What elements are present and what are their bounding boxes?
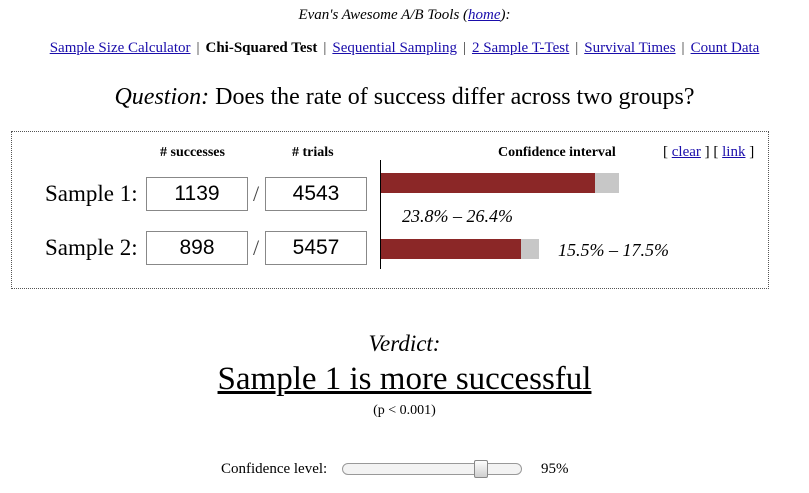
- share-link[interactable]: link: [722, 144, 745, 160]
- sample-1-label: Sample 1:: [45, 181, 138, 206]
- site-title-prefix: Evan's Awesome A/B Tools (: [298, 7, 469, 23]
- sample-2-ci-text: 15.5% – 17.5%: [558, 240, 669, 260]
- nav-separator: |: [323, 40, 327, 56]
- clear-link[interactable]: clear: [672, 144, 701, 160]
- nav-2-sample-t-test[interactable]: 2 Sample T-Test: [472, 40, 569, 56]
- nav-separator: |: [681, 40, 685, 56]
- sample-1-ci-fill: [381, 173, 595, 193]
- confidence-interval-header: Confidence interval: [498, 145, 616, 160]
- sample-2-trials-input[interactable]: [265, 231, 367, 265]
- nav-chi-squared-test: Chi-Squared Test: [205, 40, 318, 56]
- bracket-open: [: [663, 144, 672, 160]
- nav-separator: |: [196, 40, 200, 56]
- confidence-slider-thumb[interactable]: [474, 460, 488, 478]
- p-value: (p < 0.001): [373, 403, 436, 418]
- nav-survival-times[interactable]: Survival Times: [584, 40, 675, 56]
- sample-1-ci-bar: [381, 173, 619, 193]
- panel-links: [ clear ] [ link ]: [663, 144, 754, 161]
- verdict-result: Sample 1 is more successful: [217, 361, 592, 397]
- sample-2-slash: /: [253, 235, 260, 260]
- question-heading: Question: Does the rate of success diffe…: [0, 82, 809, 112]
- confidence-level-slider[interactable]: [342, 460, 522, 478]
- verdict-text: Sample 1 is more successful: [0, 360, 809, 398]
- sample-1-successes-input[interactable]: [146, 177, 248, 211]
- ci-axis-line: [380, 160, 381, 269]
- site-title-suffix: ):: [500, 7, 511, 23]
- bracket-mid: ] [: [700, 144, 723, 160]
- site-title: Evan's Awesome A/B Tools (home):: [0, 6, 809, 24]
- bracket-close: ]: [745, 144, 755, 160]
- tool-nav: Sample Size Calculator | Chi-Squared Test |…: [0, 39, 809, 57]
- nav-sample-size-calculator[interactable]: Sample Size Calculator: [50, 40, 191, 56]
- sample-2-ci-fill: [381, 239, 521, 259]
- nav-sequential-sampling[interactable]: Sequential Sampling: [332, 40, 457, 56]
- confidence-level-value: 95%: [541, 461, 569, 477]
- sample-1-slash: /: [253, 181, 260, 206]
- sample-2-ci-bar: [381, 239, 539, 259]
- input-panel: # successes # trials Confidence interval…: [11, 131, 769, 289]
- confidence-level-label: Confidence level:: [221, 461, 328, 477]
- nav-count-data[interactable]: Count Data: [691, 40, 760, 56]
- successes-column-header: # successes: [160, 145, 225, 160]
- question-text: Does the rate of success differ across t…: [215, 84, 695, 110]
- verdict-label: Verdict:: [368, 331, 441, 356]
- nav-separator: |: [462, 40, 466, 56]
- question-label: Question:: [114, 84, 210, 110]
- sample-1-ci-text: 23.8% – 26.4%: [402, 206, 513, 226]
- sample-1-trials-input[interactable]: [265, 177, 367, 211]
- trials-column-header: # trials: [292, 145, 334, 160]
- home-link[interactable]: home: [468, 7, 501, 23]
- sample-2-label: Sample 2:: [45, 235, 138, 260]
- nav-separator: |: [575, 40, 579, 56]
- sample-2-successes-input[interactable]: [146, 231, 248, 265]
